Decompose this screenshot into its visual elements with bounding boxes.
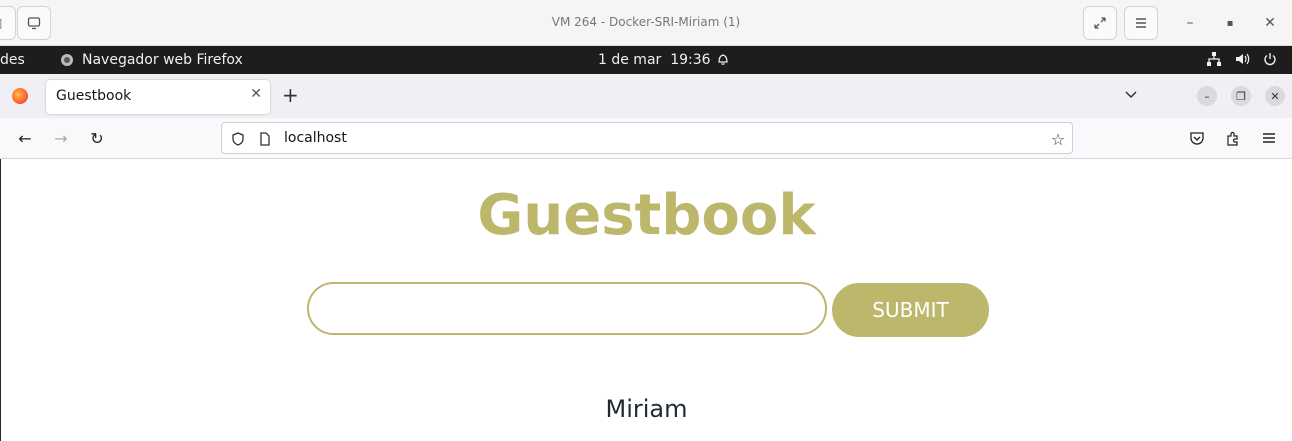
new-tab-plus-icon[interactable]: +: [282, 85, 299, 105]
volume-icon: [1236, 53, 1250, 65]
vm-titlebar: ▯ VM 264 - Docker-SRI-Miriam (1) – ▪ ✕: [0, 0, 1292, 46]
firefox-logo-icon: [12, 88, 28, 104]
submit-button[interactable]: SUBMIT: [832, 283, 989, 337]
page-viewport: Guestbook SUBMIT Miriam: [0, 159, 1292, 441]
back-arrow-icon[interactable]: ←: [16, 129, 34, 148]
page-title: Guestbook: [477, 183, 816, 248]
address-bar[interactable]: localhost ☆: [221, 122, 1073, 154]
power-icon: [1264, 53, 1276, 66]
date-text: 1 de mar: [598, 52, 662, 68]
network-icon: [1207, 52, 1221, 66]
maximize-icon: ▪: [1226, 17, 1234, 29]
shield-icon[interactable]: [230, 131, 246, 147]
tab-close-icon[interactable]: ✕: [250, 86, 262, 102]
url-text[interactable]: localhost: [284, 130, 347, 146]
extensions-icon[interactable]: [1224, 129, 1242, 147]
notification-bell-icon[interactable]: [716, 52, 730, 70]
browser-close-icon[interactable]: ✕: [1265, 86, 1285, 106]
expand-icon: [1094, 17, 1106, 29]
minimize-icon: –: [1186, 15, 1194, 31]
vm-minimize-button[interactable]: –: [1179, 12, 1201, 34]
vm-close-button[interactable]: ✕: [1259, 12, 1281, 34]
tab-title: Guestbook: [56, 88, 132, 104]
list-all-tabs-chevron-down-icon[interactable]: [1124, 86, 1138, 105]
tab-guestbook[interactable]: Guestbook ✕: [46, 80, 270, 114]
browser-nav-bar: ← → ↻ localhost ☆: [0, 118, 1292, 159]
system-tray[interactable]: [1206, 51, 1278, 67]
firefox-app-icon: [61, 54, 73, 66]
bookmark-star-icon[interactable]: ☆: [1050, 130, 1066, 149]
close-icon: ✕: [1264, 15, 1276, 31]
browser-restore-icon[interactable]: ❐: [1231, 86, 1251, 106]
hamburger-icon: [1136, 18, 1146, 28]
app-name: Navegador web Firefox: [82, 52, 243, 68]
page-icon[interactable]: [257, 131, 273, 147]
app-menu-hamburger-icon[interactable]: [1260, 129, 1278, 147]
vm-fullscreen-button[interactable]: [1083, 6, 1117, 40]
time-text: 19:36: [670, 52, 711, 68]
system-top-panel: des Navegador web Firefox 1 de mar 19:36: [0, 46, 1292, 74]
guest-name-input[interactable]: [307, 282, 827, 335]
app-menu[interactable]: Navegador web Firefox: [60, 52, 243, 68]
browser-minimize-icon[interactable]: –: [1197, 86, 1217, 106]
vm-maximize-button[interactable]: ▪: [1219, 12, 1241, 34]
clock[interactable]: 1 de mar 19:36: [598, 52, 711, 68]
activities-button[interactable]: des: [0, 52, 25, 68]
guest-entry: Miriam: [605, 395, 688, 423]
vm-menu-button[interactable]: [1124, 6, 1158, 40]
pocket-icon[interactable]: [1188, 129, 1206, 147]
reload-icon[interactable]: ↻: [88, 129, 106, 148]
forward-arrow-icon[interactable]: →: [52, 129, 70, 148]
browser-tab-bar: Guestbook ✕ + – ❐ ✕: [0, 74, 1292, 118]
